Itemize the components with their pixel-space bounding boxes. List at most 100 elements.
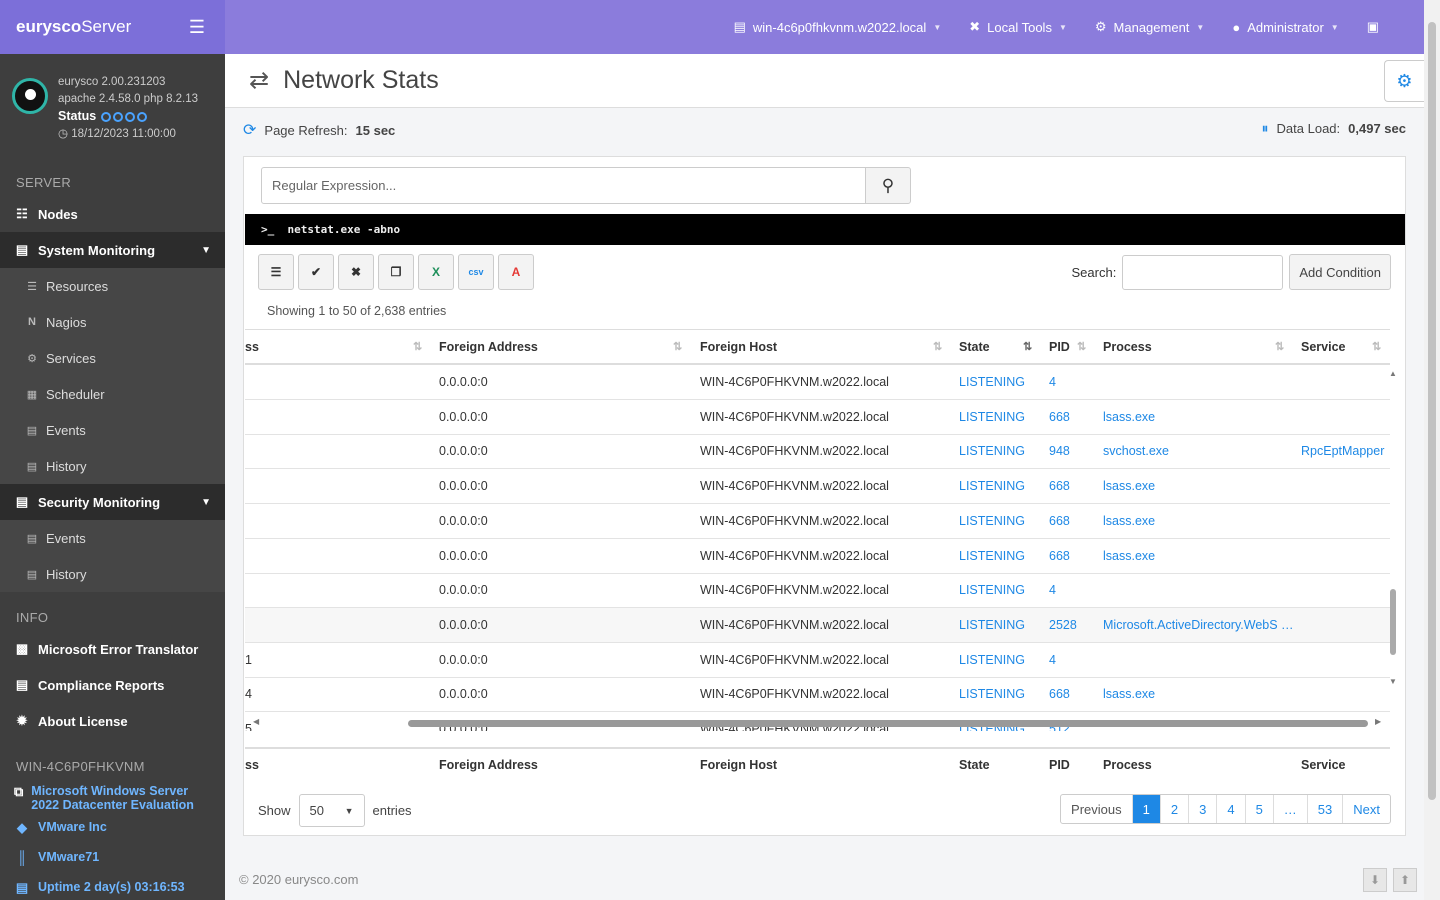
cell-process[interactable]: lsass.exe xyxy=(1103,504,1293,538)
cell-service[interactable] xyxy=(1301,504,1391,538)
save-state-button[interactable]: ✔ xyxy=(298,254,334,290)
cell-service[interactable] xyxy=(1301,365,1391,399)
cell-process[interactable]: lsass.exe xyxy=(1103,469,1293,503)
settings-gear-icon[interactable]: ⚙ xyxy=(1384,60,1424,102)
fullscreen-icon[interactable]: ▣ xyxy=(1367,19,1379,35)
sidebar-item-error-translator[interactable]: ▩ Microsoft Error Translator xyxy=(0,631,225,667)
cell-pid[interactable]: 668 xyxy=(1049,677,1099,711)
sidebar-item-resources[interactable]: ☰ Resources xyxy=(0,268,225,304)
page-length-select[interactable]: 50 ▼ xyxy=(298,794,365,827)
export-pdf-button[interactable]: A xyxy=(498,254,534,290)
cell-state[interactable]: LISTENING xyxy=(959,504,1039,538)
sidebar-item-services[interactable]: ⚙ Services xyxy=(0,340,225,376)
cell-pid[interactable]: 4 xyxy=(1049,643,1099,677)
cell-service[interactable] xyxy=(1301,677,1391,711)
cell-service[interactable] xyxy=(1301,608,1391,642)
cell-service[interactable] xyxy=(1301,539,1391,573)
management-dropdown[interactable]: ⚙ Management ▼ xyxy=(1095,19,1204,35)
sidebar-item-compliance-reports[interactable]: ▤ Compliance Reports xyxy=(0,667,225,703)
page-button[interactable]: 53 xyxy=(1306,795,1342,823)
cell-state[interactable]: LISTENING xyxy=(959,643,1039,677)
regex-input[interactable]: Regular Expression... xyxy=(261,167,866,204)
cell-state[interactable]: LISTENING xyxy=(959,400,1039,434)
cell-pid[interactable]: 2528 xyxy=(1049,608,1099,642)
cell-process[interactable]: lsass.exe xyxy=(1103,400,1293,434)
cell-state[interactable]: LISTENING xyxy=(959,608,1039,642)
sidebar-item-nodes[interactable]: ☷ Nodes xyxy=(0,196,225,232)
cell-process[interactable]: svchost.exe xyxy=(1103,434,1293,468)
scroll-right-icon[interactable]: ▶ xyxy=(1375,717,1381,726)
col-service[interactable]: Service xyxy=(1301,330,1371,363)
page-button[interactable]: 1 xyxy=(1131,795,1160,823)
scroll-down-icon[interactable]: ▼ xyxy=(1389,677,1397,686)
next-page-button[interactable]: Next xyxy=(1342,795,1390,823)
hamburger-menu-icon[interactable]: ☰ xyxy=(185,17,209,38)
cell-service[interactable]: RpcEptMapper xyxy=(1301,434,1391,468)
page-button[interactable]: 2 xyxy=(1159,795,1188,823)
horizontal-scroll-thumb[interactable] xyxy=(408,720,1368,727)
sort-icon[interactable]: ⇅ xyxy=(1275,330,1284,363)
cell-state[interactable]: LISTENING xyxy=(959,469,1039,503)
page-button[interactable]: … xyxy=(1272,795,1307,823)
col-foreign-host[interactable]: Foreign Host xyxy=(700,330,930,363)
cell-state[interactable]: LISTENING xyxy=(959,434,1039,468)
user-dropdown[interactable]: ● Administrator ▼ xyxy=(1232,20,1338,35)
sort-icon[interactable]: ⇅ xyxy=(413,330,422,363)
sidebar-item-about-license[interactable]: ✹ About License xyxy=(0,703,225,739)
cell-process[interactable]: Microsoft.ActiveDirectory.WebS … xyxy=(1103,608,1293,642)
cell-state[interactable]: LISTENING xyxy=(959,677,1039,711)
col-local-address[interactable]: ss xyxy=(245,330,395,363)
sort-asc-icon[interactable]: ⇅ xyxy=(1023,330,1032,363)
sort-icon[interactable]: ⇅ xyxy=(673,330,682,363)
cell-pid[interactable]: 948 xyxy=(1049,434,1099,468)
col-foreign-address[interactable]: Foreign Address xyxy=(439,330,679,363)
cell-pid[interactable]: 4 xyxy=(1049,573,1099,607)
scroll-left-icon[interactable]: ◀ xyxy=(253,717,259,726)
window-scroll-thumb[interactable] xyxy=(1428,22,1436,800)
refresh-icon[interactable]: ⟳ xyxy=(243,120,256,140)
vertical-scrollbar[interactable]: ▲ ▼ xyxy=(1389,369,1397,689)
page-button[interactable]: 4 xyxy=(1216,795,1244,823)
cell-process[interactable] xyxy=(1103,643,1293,677)
cell-process[interactable] xyxy=(1103,573,1293,607)
col-process[interactable]: Process xyxy=(1103,330,1263,363)
search-button[interactable]: ⚲ xyxy=(865,167,911,204)
cell-pid[interactable]: 668 xyxy=(1049,469,1099,503)
sort-icon[interactable]: ⇅ xyxy=(1372,330,1381,363)
column-visibility-button[interactable]: ☰ xyxy=(258,254,294,290)
cell-service[interactable] xyxy=(1301,400,1391,434)
col-state[interactable]: State xyxy=(959,330,1019,363)
host-dropdown[interactable]: ▤ win-4c6p0fhkvnm.w2022.local ▼ xyxy=(734,19,942,35)
scroll-bottom-icon[interactable]: ⬇ xyxy=(1363,868,1387,892)
cell-pid[interactable]: 4 xyxy=(1049,365,1099,399)
sidebar-item-scheduler[interactable]: ▦ Scheduler xyxy=(0,376,225,412)
sidebar-item-events[interactable]: ▤ Events xyxy=(0,412,225,448)
cell-state[interactable]: LISTENING xyxy=(959,539,1039,573)
sidebar-item-security-monitoring[interactable]: ▤ Security Monitoring ▼ xyxy=(0,484,225,520)
sidebar-item-security-events[interactable]: ▤ Events xyxy=(0,520,225,556)
export-csv-button[interactable]: csv xyxy=(458,254,494,290)
page-button[interactable]: 3 xyxy=(1188,795,1216,823)
sidebar-item-system-monitoring[interactable]: ▤ System Monitoring ▼ xyxy=(0,232,225,268)
clear-state-button[interactable]: ✖ xyxy=(338,254,374,290)
copy-button[interactable]: ❐ xyxy=(378,254,414,290)
pause-icon[interactable]: ⏸ xyxy=(1262,120,1269,137)
add-condition-button[interactable]: Add Condition xyxy=(1289,254,1391,290)
cell-service[interactable] xyxy=(1301,643,1391,677)
cell-pid[interactable]: 668 xyxy=(1049,400,1099,434)
vertical-scroll-thumb[interactable] xyxy=(1390,589,1396,655)
scroll-up-icon[interactable]: ▲ xyxy=(1389,369,1397,378)
export-excel-button[interactable]: X xyxy=(418,254,454,290)
previous-page-button[interactable]: Previous xyxy=(1061,795,1132,823)
sort-icon[interactable]: ⇅ xyxy=(1077,330,1086,363)
window-scrollbar[interactable] xyxy=(1424,0,1440,900)
brand-logo[interactable]: euryscoServer xyxy=(16,17,131,37)
cell-state[interactable]: LISTENING xyxy=(959,573,1039,607)
cell-process[interactable]: lsass.exe xyxy=(1103,677,1293,711)
cell-pid[interactable]: 668 xyxy=(1049,504,1099,538)
sidebar-item-history[interactable]: ▤ History xyxy=(0,448,225,484)
search-input[interactable] xyxy=(1122,254,1284,290)
page-button[interactable]: 5 xyxy=(1244,795,1273,823)
cell-state[interactable]: LISTENING xyxy=(959,365,1039,399)
sidebar-item-security-history[interactable]: ▤ History xyxy=(0,556,225,592)
